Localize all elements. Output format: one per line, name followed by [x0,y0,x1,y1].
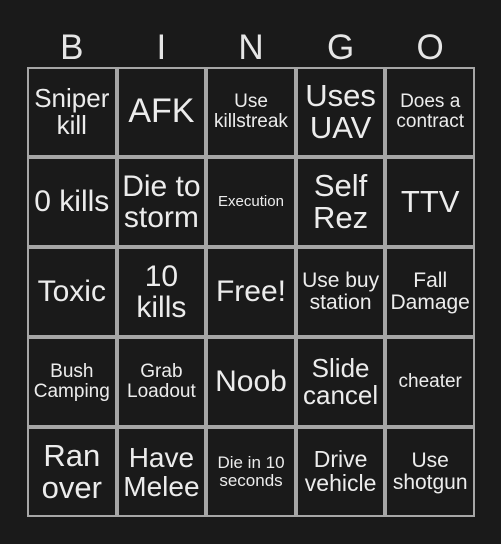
bingo-cell-label: Fall Damage [390,269,470,314]
bingo-cell-label: TTV [400,183,460,219]
bingo-cell-label: Ran over [41,437,102,505]
bingo-cell-label: Use killstreak [214,91,288,132]
bingo-cell-i3[interactable]: 10 kills [116,247,207,337]
bingo-cell-n1[interactable]: Use killstreak [206,67,296,157]
bingo-grid: Sniper kill AFK Use killstreak Uses UAV … [27,67,475,517]
bingo-cell-o5[interactable]: Use shotgun [385,427,475,517]
bingo-cell-label: Free! [215,275,286,309]
bingo-cell-label: Toxic [37,275,106,309]
bingo-cell-i4[interactable]: Grab Loadout [116,337,207,427]
bingo-header-letter-b: B [60,27,84,67]
bingo-cell-label: Uses UAV [305,77,376,145]
bingo-cell-g5[interactable]: Drive vehicle [295,427,386,517]
bingo-cell-b5[interactable]: Ran over [27,427,117,517]
bingo-cell-b3[interactable]: Toxic [27,247,117,337]
bingo-cell-b4[interactable]: Bush Camping [27,337,117,427]
bingo-cell-label: Execution [218,193,284,211]
bingo-cell-label: Slide cancel [303,352,379,410]
bingo-cell-label: AFK [128,92,195,131]
bingo-cell-label: Use buy station [302,269,380,314]
bingo-cell-g1[interactable]: Uses UAV [295,67,386,157]
bingo-cell-g4[interactable]: Slide cancel [295,337,386,427]
bingo-cell-label: Sniper kill [34,82,110,140]
bingo-cell-i1[interactable]: AFK [116,67,207,157]
bingo-header-letter-i: I [156,27,167,67]
bingo-cell-i5[interactable]: Have Melee [116,427,207,517]
bingo-cell-o4[interactable]: cheater [385,337,475,427]
bingo-cell-n4[interactable]: Noob [206,337,296,427]
bingo-cell-g3[interactable]: Use buy station [295,247,386,337]
bingo-cell-label: Die in 10 seconds [217,453,285,490]
bingo-header-row: B I N G O [27,26,475,68]
bingo-cell-o3[interactable]: Fall Damage [385,247,475,337]
bingo-cell-label: Bush Camping [33,361,110,402]
bingo-cell-label: Grab Loadout [127,361,196,402]
bingo-cell-o1[interactable]: Does a contract [385,67,475,157]
bingo-cell-g2[interactable]: Self Rez [295,157,386,247]
bingo-cell-n2[interactable]: Execution [206,157,296,247]
bingo-cell-label: 10 kills [136,259,187,324]
bingo-cell-label: Use shotgun [392,449,468,494]
bingo-cell-label: Noob [215,365,287,399]
bingo-cell-label: Self Rez [313,167,369,235]
bingo-card: B I N G O Sniper kill AFK Use killstreak… [0,0,501,544]
bingo-cell-i2[interactable]: Die to storm [116,157,207,247]
bingo-cell-o2[interactable]: TTV [385,157,475,247]
bingo-cell-label: Have Melee [123,441,200,502]
bingo-cell-b2[interactable]: 0 kills [27,157,117,247]
bingo-header-letter-g: G [326,27,355,67]
bingo-cell-n5[interactable]: Die in 10 seconds [206,427,296,517]
bingo-cell-label: 0 kills [34,185,110,219]
bingo-cell-label: Die to storm [122,169,201,234]
bingo-cell-label: Does a contract [396,91,464,132]
bingo-header-letter-n: N [238,27,264,67]
bingo-cell-b1[interactable]: Sniper kill [27,67,117,157]
bingo-cell-label: Drive vehicle [304,446,377,496]
bingo-cell-free-space[interactable]: Free! [206,247,296,337]
bingo-cell-label: cheater [398,371,462,393]
bingo-header-letter-o: O [416,27,444,67]
